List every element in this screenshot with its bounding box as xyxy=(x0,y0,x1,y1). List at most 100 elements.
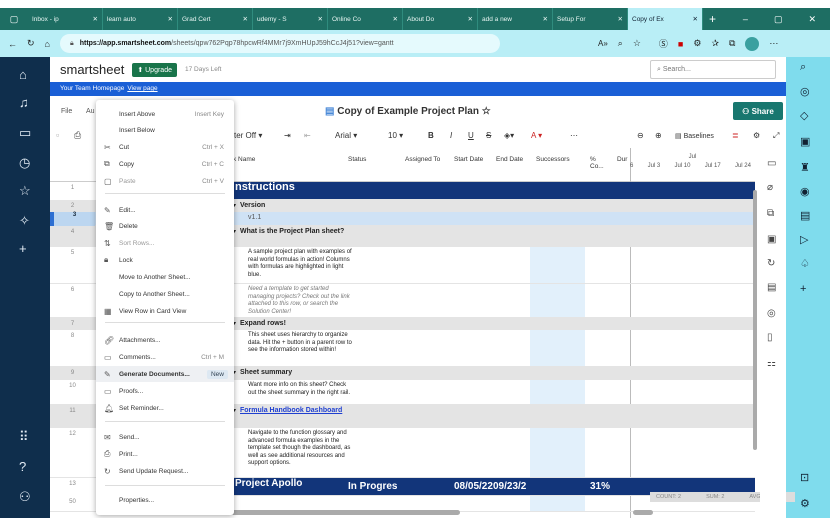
refresh-icon[interactable]: ↻ xyxy=(27,38,35,49)
row-number[interactable]: 7 xyxy=(50,321,95,327)
settings-icon[interactable]: ⚙ xyxy=(800,497,810,510)
close-tab-icon[interactable]: ✕ xyxy=(243,15,248,23)
send-icon[interactable]: ▷ xyxy=(800,233,808,246)
attachments-icon[interactable]: ⌀ xyxy=(767,182,773,193)
task-name-cell[interactable]: Project Apollo xyxy=(235,479,340,488)
row-number[interactable]: 1 xyxy=(50,185,95,191)
expand-icon[interactable]: ⤢ xyxy=(773,131,779,141)
publish-icon[interactable]: ▯ xyxy=(767,332,773,343)
gantt-horizontal-scrollbar[interactable] xyxy=(633,510,653,515)
menu-item-view-row-in-card-view[interactable]: ▦ View Row in Card View xyxy=(96,303,234,319)
row-number[interactable]: 6 xyxy=(50,287,95,293)
column-header-assigned-to[interactable]: Assigned To xyxy=(405,156,440,163)
view-page-link[interactable]: View page xyxy=(127,85,157,92)
close-tab-icon[interactable]: ✕ xyxy=(393,15,398,23)
more-tools-icon[interactable]: ⋯ xyxy=(570,131,578,140)
close-tab-icon[interactable]: ✕ xyxy=(543,15,548,23)
menu-item-insert-above[interactable]: Insert Above Insert Key xyxy=(96,106,234,122)
task-name-cell[interactable]: Need a template to get started managing … xyxy=(248,286,353,316)
sidebar-toggle-icon[interactable]: ⊡ xyxy=(800,471,809,484)
task-name-cell[interactable]: Version xyxy=(240,202,345,210)
outdent-icon[interactable]: ⇤ xyxy=(304,131,311,140)
more-icon[interactable]: ⋯ xyxy=(769,38,778,49)
menu-item-generate-documents[interactable]: ✎ Generate Documents... New xyxy=(96,366,234,382)
row-number[interactable]: 4 xyxy=(50,229,95,235)
column-header-duration[interactable]: Dur xyxy=(617,156,627,163)
menu-item-copy-to-another-sheet[interactable]: Copy to Another Sheet... xyxy=(96,286,234,302)
row-number[interactable]: 50 xyxy=(50,499,95,505)
new-tab-icon[interactable]: + xyxy=(709,12,716,26)
zoom-in-icon[interactable]: ⊕ xyxy=(655,131,662,140)
menu-item-delete[interactable]: 🗑︎ Delete xyxy=(96,218,234,234)
file-menu[interactable]: File xyxy=(61,108,72,115)
browser-tab[interactable]: add a new ✕ xyxy=(478,8,553,30)
zoom-out-icon[interactable]: ⊖ xyxy=(637,131,644,140)
end-cell[interactable]: 09/23/2 xyxy=(493,481,526,492)
column-header-end-date[interactable]: End Date xyxy=(496,156,523,163)
column-header-start-date[interactable]: Start Date xyxy=(454,156,483,163)
vertical-scrollbar[interactable] xyxy=(753,190,757,450)
print-icon[interactable]: ⎙ xyxy=(74,130,81,141)
task-name-cell[interactable]: Sheet summary xyxy=(240,369,345,377)
menu-item-send[interactable]: ✉ Send... xyxy=(96,429,234,445)
close-tab-icon[interactable]: ✕ xyxy=(168,15,173,23)
column-header-percent-complete[interactable]: % Co... xyxy=(590,156,610,170)
home-icon[interactable]: ⌂ xyxy=(45,39,50,49)
browse-icon[interactable]: ▭ xyxy=(19,125,31,141)
back-icon[interactable]: ← xyxy=(8,39,17,49)
critical-path-icon[interactable]: ≣ xyxy=(732,131,739,140)
launcher-icon[interactable]: ⠿ xyxy=(19,429,29,445)
extension-icon[interactable]: ■ xyxy=(678,39,683,49)
browser-tab[interactable]: Setup For ✕ xyxy=(553,8,628,30)
gantt-settings-icon[interactable]: ⚙ xyxy=(753,131,760,140)
menu-item-properties[interactable]: Properties... xyxy=(96,492,234,508)
activity-icon[interactable]: ▤ xyxy=(767,282,776,293)
row-number[interactable]: 2 xyxy=(50,203,95,209)
extension-icon[interactable]: Ⓢ xyxy=(659,37,668,50)
menu-item-sort-rows[interactable]: ⇅ Sort Rows... xyxy=(96,235,234,251)
menu-item-copy[interactable]: ⧉ Copy Ctrl + C xyxy=(96,156,234,172)
create-icon[interactable]: + xyxy=(19,241,27,256)
menu-item-set-reminder[interactable]: 🔔︎ Set Reminder... xyxy=(96,400,234,416)
browser-tab[interactable]: About Do ✕ xyxy=(403,8,478,30)
copilot-icon[interactable]: ◎ xyxy=(800,85,810,98)
proofs-icon[interactable]: ⧉ xyxy=(767,208,774,219)
close-tab-icon[interactable]: ✕ xyxy=(618,15,623,23)
bell-icon[interactable]: ♤ xyxy=(800,257,810,270)
upgrade-button[interactable]: ⬆ Upgrade xyxy=(132,62,177,77)
tag-icon[interactable]: ◇ xyxy=(800,109,808,122)
update-requests-icon[interactable]: ↻ xyxy=(767,258,775,269)
task-name-cell[interactable]: Navigate to the function glossary and ad… xyxy=(248,430,353,468)
task-name-cell[interactable]: nstructions xyxy=(235,182,340,192)
bold-icon[interactable]: B xyxy=(428,131,434,140)
browser-tab-active[interactable]: Copy of Ex ✕ xyxy=(628,8,703,30)
task-name-cell[interactable]: What is the Project Plan sheet? xyxy=(240,228,345,236)
circle-icon[interactable]: ◉ xyxy=(800,185,810,198)
add-icon[interactable]: + xyxy=(800,283,806,295)
row-number[interactable]: 10 xyxy=(50,383,95,389)
row-number[interactable]: 11 xyxy=(50,408,95,414)
italic-icon[interactable]: I xyxy=(450,131,452,140)
automation-menu[interactable]: Au xyxy=(86,108,95,115)
underline-icon[interactable]: U xyxy=(468,131,474,140)
connections-icon[interactable]: ⚏ xyxy=(767,358,776,369)
browser-tab[interactable]: Online Co ✕ xyxy=(328,8,403,30)
browser-tab[interactable]: udemy - S ✕ xyxy=(253,8,328,30)
workapps-icon[interactable]: ✧ xyxy=(19,213,30,229)
tab-actions-icon[interactable]: ▢ xyxy=(0,14,28,25)
task-name-cell[interactable]: A sample project plan with examples of r… xyxy=(248,249,353,279)
close-tab-icon[interactable]: ✕ xyxy=(693,15,698,23)
search-input[interactable]: ⌕ Search... xyxy=(650,60,776,79)
browser-tab[interactable]: Grad Cert ✕ xyxy=(178,8,253,30)
task-name-cell[interactable]: Expand rows! xyxy=(240,320,345,328)
read-aloud-icon[interactable]: A» xyxy=(598,39,608,48)
favorite-icon[interactable]: ☆ xyxy=(633,38,641,49)
close-window-icon[interactable]: ✕ xyxy=(808,14,816,25)
profile-avatar[interactable] xyxy=(745,36,760,51)
font-dropdown[interactable]: Arial ▾ xyxy=(335,131,357,140)
notifications-icon[interactable]: ♫ xyxy=(19,95,29,110)
column-header-status[interactable]: Status xyxy=(348,156,366,163)
summary-icon[interactable]: ▣ xyxy=(767,234,776,245)
games-icon[interactable]: ♜ xyxy=(800,161,810,174)
row-number[interactable]: 5 xyxy=(50,250,95,256)
